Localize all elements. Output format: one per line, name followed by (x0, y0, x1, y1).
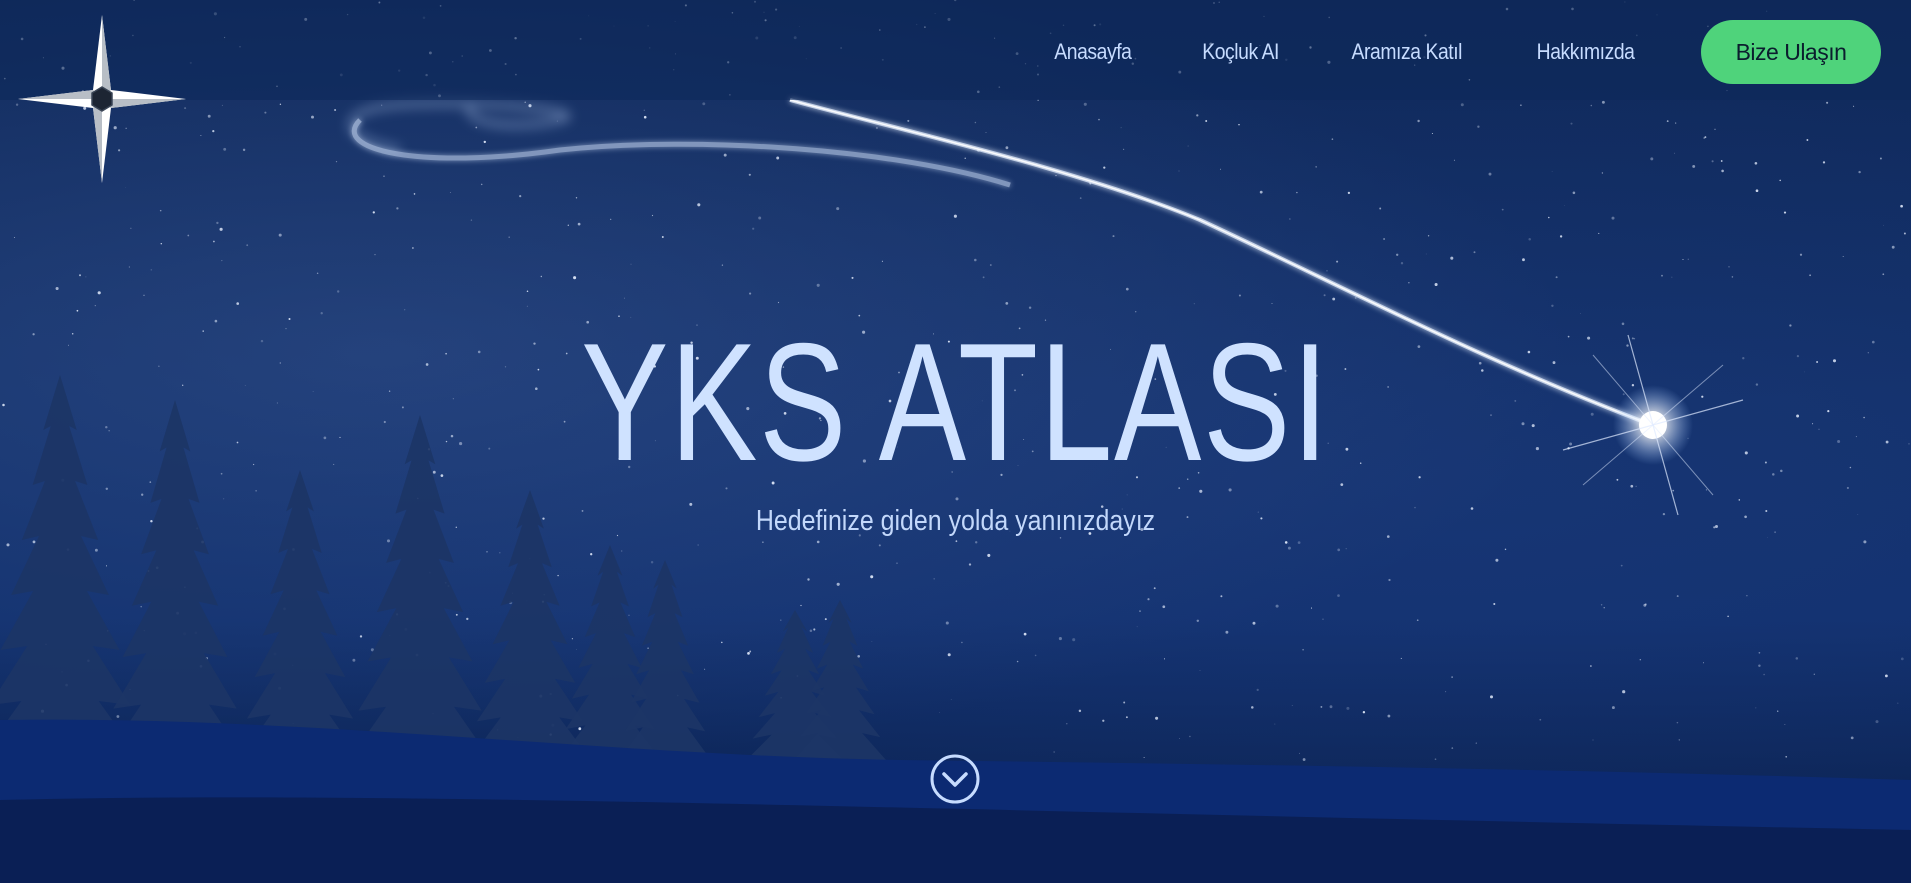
hero-subtitle: Hedefinize giden yolda yanınızdayız (755, 505, 1156, 537)
chevron-down-circle-icon[interactable] (929, 753, 981, 805)
nav-links: Anasayfa Koçluk AI Aramıza Katıl Hakkımı… (1049, 0, 1911, 104)
top-navbar: Anasayfa Koçluk AI Aramıza Katıl Hakkımı… (0, 0, 1911, 100)
nav-item-kocluk-ai[interactable]: Koçluk AI (1202, 39, 1279, 65)
nav-item-hakkimizda[interactable]: Hakkımızda (1537, 39, 1635, 65)
hero-section: YKS ATLASI Hedefinize giden yolda yanını… (0, 0, 1911, 883)
compass-star-icon[interactable] (18, 15, 186, 183)
contact-button[interactable]: Bize Ulaşın (1701, 20, 1881, 84)
nav-item-anasayfa[interactable]: Anasayfa (1055, 39, 1133, 65)
hero-title: YKS ATLASI (581, 308, 1330, 496)
nav-item-aramiza-katil[interactable]: Aramıza Katıl (1352, 39, 1463, 65)
